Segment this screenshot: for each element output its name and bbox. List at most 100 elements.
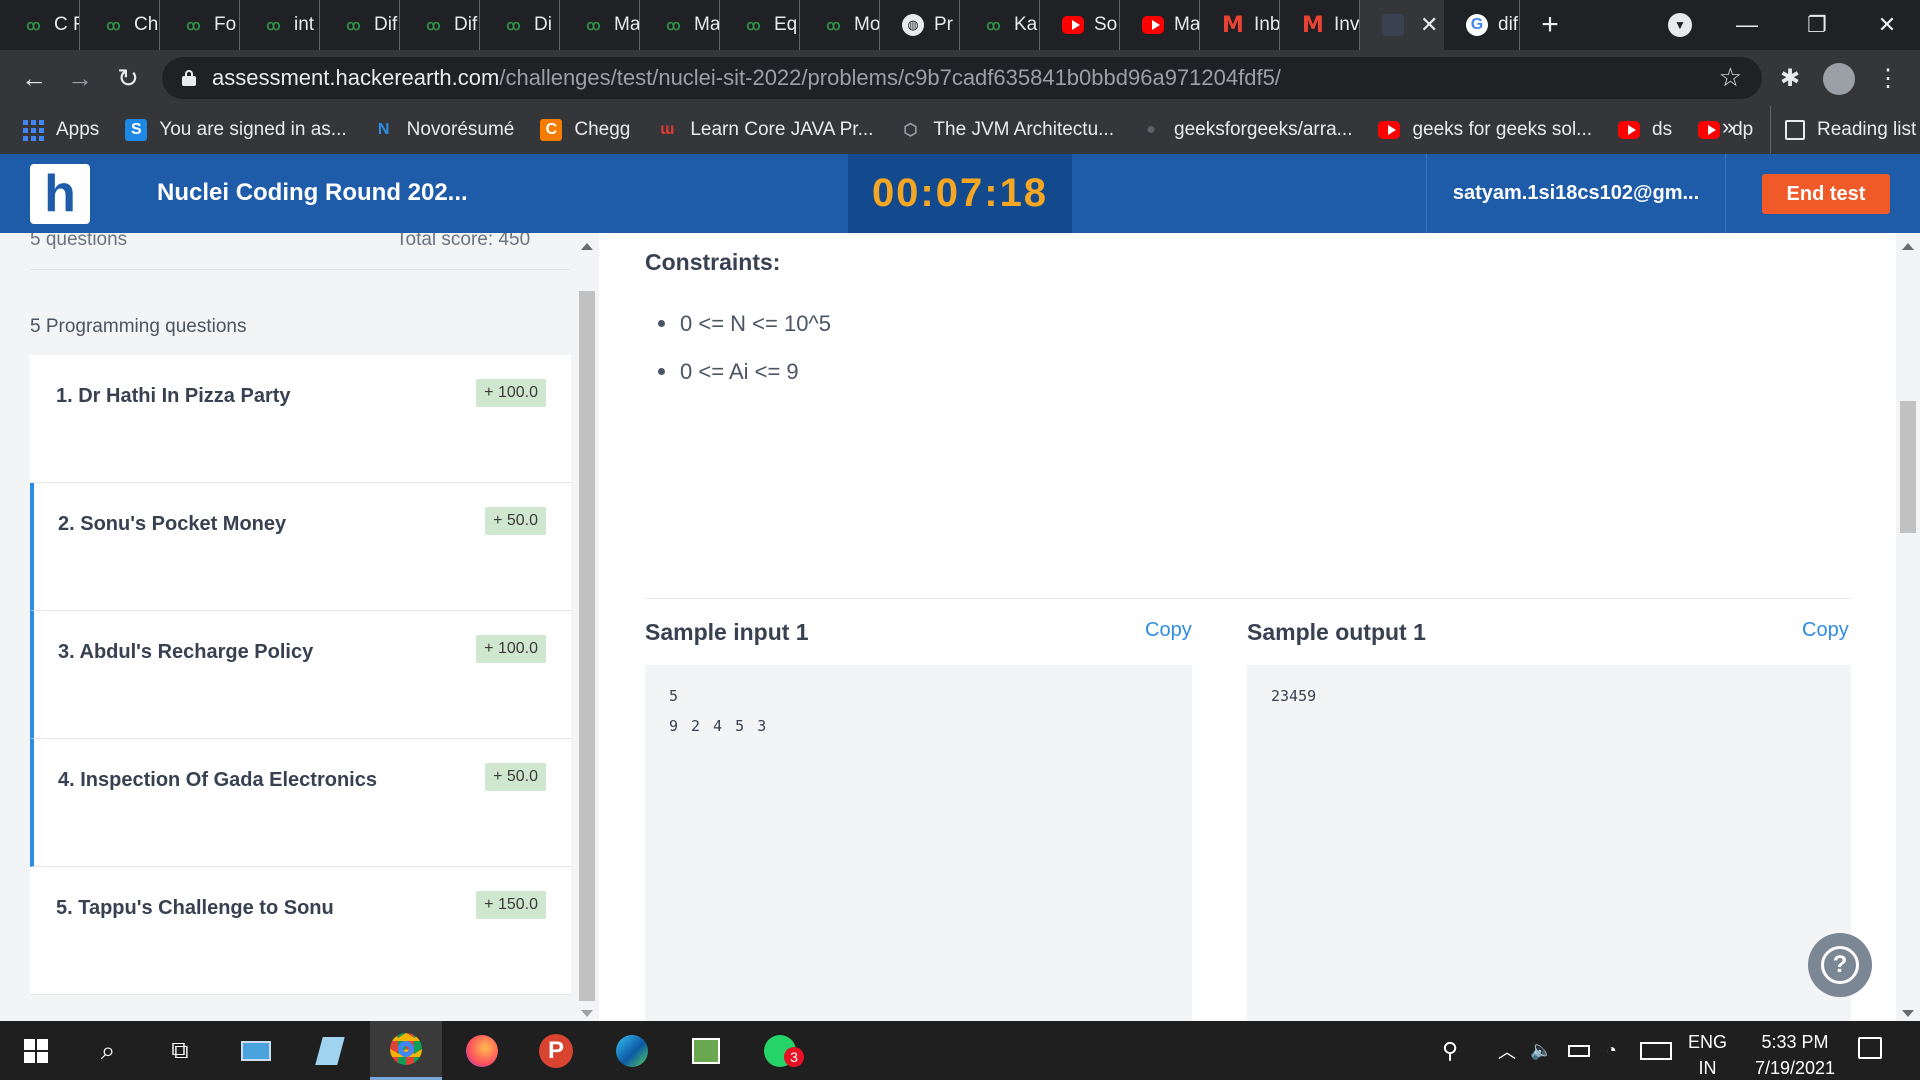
scroll-up-icon[interactable] — [1902, 243, 1914, 250]
tab-13[interactable]: So — [1040, 0, 1120, 50]
tab-16[interactable]: M Inv — [1280, 0, 1360, 50]
bookmark-2[interactable]: N Novorésumé — [373, 119, 515, 141]
keyboard-icon[interactable] — [1640, 1021, 1672, 1080]
question-item-5[interactable]: 5. Tappu's Challenge to Sonu + 150.0 — [30, 867, 571, 995]
question-title: 1. Dr Hathi In Pizza Party — [56, 385, 291, 407]
tab-search-icon[interactable]: ▼ — [1668, 13, 1692, 37]
search-icon[interactable]: ⌕ — [72, 1021, 144, 1080]
notes-app-icon[interactable] — [670, 1021, 742, 1080]
extensions-icon[interactable]: ✱ — [1774, 62, 1806, 94]
powerpoint-icon[interactable]: P — [520, 1021, 592, 1080]
region-code: IN — [1698, 1058, 1717, 1078]
question-sidebar: 5 questions Total score: 450 5 Programmi… — [0, 233, 575, 1021]
firefox-icon[interactable] — [446, 1021, 518, 1080]
back-icon[interactable]: ← — [18, 62, 50, 94]
scroll-thumb[interactable] — [1900, 401, 1916, 533]
whatsapp-icon[interactable] — [744, 1021, 816, 1080]
bookmark-6[interactable]: ● geeksforgeeks/arra... — [1140, 119, 1352, 141]
profile-avatar[interactable] — [1823, 63, 1855, 95]
question-item-2[interactable]: 2. Sonu's Pocket Money + 50.0 — [30, 483, 571, 611]
bookmark-7[interactable]: geeks for geeks sol... — [1378, 119, 1592, 141]
tab-1[interactable]: ꝏ Ch — [80, 0, 160, 50]
bookmark-5[interactable]: ⬡ The JVM Architectu... — [899, 119, 1114, 141]
forward-icon[interactable]: → — [64, 62, 96, 94]
chrome-taskbar-icon[interactable] — [370, 1021, 442, 1080]
tab-11[interactable]: ◍ Pr — [880, 0, 960, 50]
question-score-badge: + 150.0 — [476, 891, 546, 919]
question-item-3[interactable]: 3. Abdul's Recharge Policy + 100.0 — [30, 611, 571, 739]
tab-5[interactable]: ꝏ Dif — [400, 0, 480, 50]
tab-14[interactable]: Ma — [1120, 0, 1200, 50]
battery-icon[interactable] — [1568, 1021, 1590, 1080]
tab-15[interactable]: M Inb — [1200, 0, 1280, 50]
sample-output-line: 23459 — [1271, 687, 1317, 705]
copy-input-button[interactable]: Copy — [1145, 619, 1192, 642]
page-scrollbar[interactable] — [1896, 233, 1920, 1021]
tab-10[interactable]: ꝏ Mo — [800, 0, 880, 50]
question-item-4[interactable]: 4. Inspection Of Gada Electronics + 50.0 — [30, 739, 571, 867]
bookmark-1[interactable]: S You are signed in as... — [125, 119, 347, 141]
close-tab-icon[interactable]: ✕ — [1420, 12, 1438, 38]
tab-12[interactable]: ꝏ Ka — [960, 0, 1040, 50]
address-bar[interactable]: assessment.hackerearth.com/challenges/te… — [162, 57, 1762, 99]
bookmark-label: Apps — [56, 119, 100, 140]
bookmark-8[interactable]: ds — [1618, 119, 1672, 141]
task-view-icon[interactable]: ⧉ — [144, 1021, 216, 1080]
system-clock[interactable]: 5:33 PM 7/19/2021 — [1740, 1029, 1850, 1080]
gfg-icon: ꝏ — [986, 16, 1000, 33]
close-window-icon[interactable]: ✕ — [1852, 0, 1920, 50]
sidebar-scrollbar[interactable] — [575, 233, 599, 1021]
reading-list-button[interactable]: Reading list — [1770, 106, 1916, 154]
sample-output-box[interactable]: 23459 — [1247, 665, 1851, 1021]
wifi-icon[interactable]: ◔ — [1606, 1021, 1617, 1080]
bookmark-label: ds — [1652, 119, 1673, 140]
tab-2[interactable]: ꝏ Fo — [160, 0, 240, 50]
tab-label: C F — [54, 14, 79, 35]
people-icon[interactable]: ⚲ — [1442, 1021, 1458, 1080]
edge-icon[interactable] — [596, 1021, 668, 1080]
input-language[interactable]: ENG IN — [1688, 1029, 1727, 1080]
bookmark-list: Apps S You are signed in as... N Novorésumé C… — [22, 119, 1779, 141]
new-tab-button[interactable]: + — [1520, 8, 1580, 42]
end-test-button[interactable]: End test — [1762, 174, 1890, 214]
tab-google[interactable]: G dif — [1444, 0, 1520, 50]
notepad-icon[interactable] — [294, 1021, 366, 1080]
help-button[interactable]: ? — [1808, 933, 1872, 997]
tab-list: ꝏC FꝏChꝏFoꝏintꝏDifꝏDifꝏDiꝏMaꝏMaꝏEqꝏMo◍Pr… — [0, 0, 1360, 50]
this-pc-icon[interactable] — [220, 1021, 292, 1080]
question-item-1[interactable]: 1. Dr Hathi In Pizza Party + 100.0 — [30, 355, 571, 483]
tab-6[interactable]: ꝏ Di — [480, 0, 560, 50]
copy-output-button[interactable]: Copy — [1802, 619, 1849, 642]
scroll-thumb[interactable] — [579, 291, 595, 1001]
tab-7[interactable]: ꝏ Ma — [560, 0, 640, 50]
sample-input-box[interactable]: 5 9 2 4 5 3 — [645, 665, 1192, 1021]
tab-3[interactable]: ꝏ int — [240, 0, 320, 50]
gmail-icon: M — [1302, 12, 1324, 38]
tab-9[interactable]: ꝏ Eq — [720, 0, 800, 50]
menu-icon[interactable]: ⋮ — [1872, 62, 1904, 94]
tab-8[interactable]: ꝏ Ma — [640, 0, 720, 50]
start-button[interactable] — [0, 1021, 72, 1080]
tab-label: So — [1094, 14, 1118, 35]
lock-icon — [182, 70, 196, 86]
scroll-down-icon[interactable] — [581, 1010, 593, 1017]
sample-input-line: 5 — [669, 687, 679, 705]
question-title: 4. Inspection Of Gada Electronics — [58, 769, 377, 791]
notifications-icon[interactable] — [1858, 1037, 1882, 1059]
tab-4[interactable]: ꝏ Dif — [320, 0, 400, 50]
scroll-down-icon[interactable] — [1902, 1010, 1914, 1017]
restore-icon[interactable]: ❐ — [1782, 0, 1852, 50]
user-email[interactable]: satyam.1si18cs102@gm... — [1426, 154, 1726, 233]
bookmark-4[interactable]: ɯ Learn Core JAVA Pr... — [656, 119, 873, 141]
tab-active[interactable]: ✕ — [1360, 0, 1444, 50]
bookmark-3[interactable]: C Chegg — [540, 119, 630, 141]
volume-icon[interactable]: 🔈 — [1530, 1021, 1552, 1080]
reload-icon[interactable]: ↻ — [112, 62, 144, 94]
more-bookmarks-icon[interactable]: » — [1722, 114, 1734, 140]
tab-0[interactable]: ꝏC F — [0, 0, 80, 50]
show-hidden-icons[interactable]: ︿ — [1498, 1021, 1516, 1080]
bookmark-star-icon[interactable]: ☆ — [1719, 62, 1742, 93]
bookmark-0[interactable]: Apps — [22, 119, 99, 141]
scroll-up-icon[interactable] — [581, 243, 593, 250]
minimize-icon[interactable]: — — [1712, 0, 1782, 50]
